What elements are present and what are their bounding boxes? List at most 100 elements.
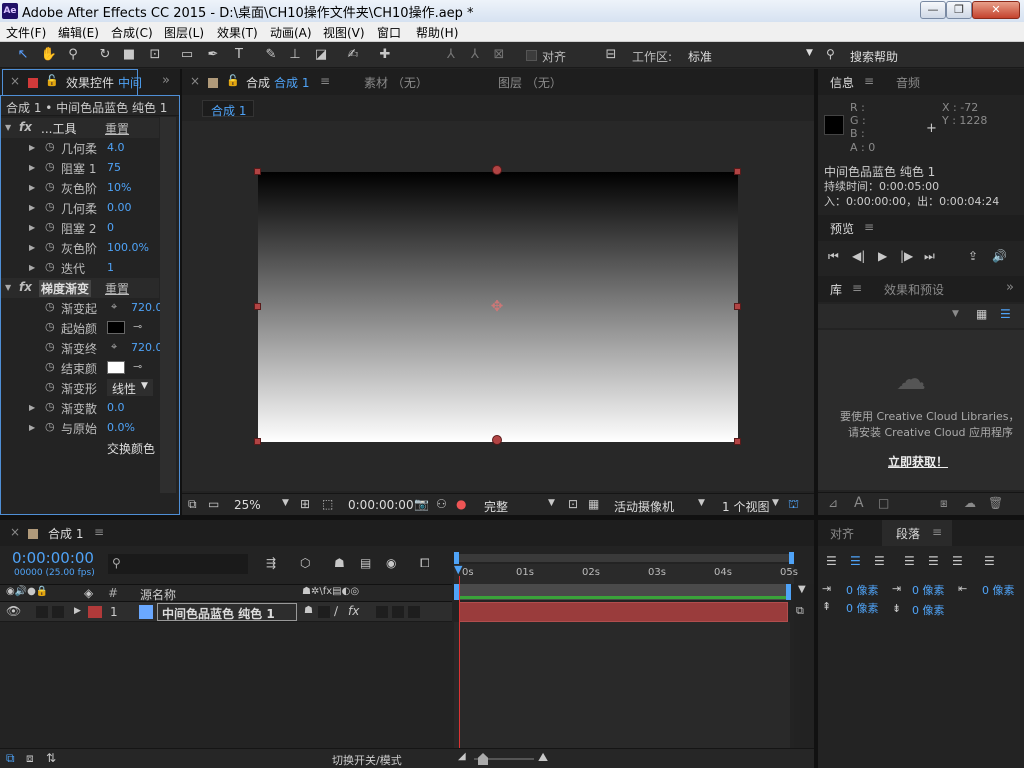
effect-group-gradient-ramp[interactable]: ▼ fx 梯度渐变 重置 [1,278,159,298]
layer-handle[interactable] [734,168,741,175]
eyedropper-icon[interactable]: ⊸ [133,320,142,333]
align-checkbox[interactable] [526,50,537,61]
shy-icon[interactable]: ☗ [334,556,345,570]
draft-3d-icon[interactable]: ⬡ [300,556,310,570]
timeline-timecode[interactable]: 0:00:00:00 [12,549,94,567]
fx-icon[interactable]: fx [19,280,32,294]
eye-icon[interactable]: 👁 [6,604,21,618]
start-color-swatch[interactable] [107,321,125,334]
pan-behind-tool-icon[interactable]: ⊡ [146,46,164,64]
paragraph-tab-menu-icon[interactable]: ≡ [932,525,942,539]
puppet-tool-icon[interactable]: ✚ [376,46,394,64]
layer-row[interactable]: 👁 ▶ 1 中间色品蓝色 纯色 1 ☗ ∕ fx [0,602,452,622]
work-area-end[interactable] [786,584,791,600]
get-now-link[interactable]: 立即获取！ [888,453,948,470]
in-out-icon[interactable]: ⇅ [46,751,56,765]
layer-duration-bar[interactable] [459,602,788,622]
clone-stamp-tool-icon[interactable]: ⊥ [286,46,304,64]
axis-world-icon[interactable]: ⅄ [466,46,484,64]
menu-help[interactable]: 帮助(H) [416,24,458,41]
zoom-slider-thumb[interactable] [478,753,488,765]
time-navigator[interactable] [454,554,794,562]
playhead-icon[interactable]: ▼ [454,564,464,576]
add-color-icon[interactable]: □ [878,496,889,510]
pen-tool-icon[interactable]: ✒ [204,46,222,64]
effects-tab-label[interactable]: 效果控件 [66,74,114,91]
info-tab[interactable]: 信息 [830,74,854,91]
collapse-switch[interactable] [318,606,330,618]
panel-divider[interactable] [180,69,182,515]
end-color-swatch[interactable] [107,361,125,374]
maximize-button[interactable]: ❐ [946,1,972,19]
zoom-value[interactable]: 25% [234,498,261,512]
library-tab[interactable]: 库 [830,281,842,298]
comp-tab-menu-icon[interactable]: ≡ [320,74,330,88]
selection-tool-icon[interactable]: ↖ [14,46,32,64]
roto-brush-tool-icon[interactable]: ✍ [344,46,362,64]
effects-tab-close-icon[interactable]: × [10,74,20,88]
quality-switch-icon[interactable]: ∕ [334,604,338,618]
indent-first-value[interactable]: 0 像素 [912,582,945,598]
layer-handle[interactable] [254,303,261,310]
add-char-style-icon[interactable]: A [854,495,864,511]
transparency-grid-icon[interactable]: ▦ [588,497,599,511]
axis-view-icon[interactable]: ⊠ [490,46,508,64]
eyedropper-icon[interactable]: ⊸ [133,360,142,373]
effects-scrollbar[interactable] [160,117,176,493]
swap-colors-button[interactable]: 交换颜色 [107,440,155,457]
param-row[interactable]: ▶ ◷ 灰色阶 10% [1,178,159,198]
rotate-tool-icon[interactable]: ↻ [96,46,114,64]
transfer-controls-icon[interactable]: ⧈ [26,751,34,766]
ramp-start-point-handle[interactable] [492,165,502,175]
motion-blur-icon[interactable]: ◉ [386,556,396,570]
menu-layer[interactable]: 图层(L) [164,24,204,41]
fx-icon[interactable]: fx [19,120,32,134]
menu-edit[interactable]: 编辑(E) [58,24,99,41]
safe-zones-icon[interactable]: ⊞ [300,497,310,511]
frame-blending-icon[interactable]: ▤ [360,556,371,570]
eraser-tool-icon[interactable]: ◪ [312,46,330,64]
brush-tool-icon[interactable]: ✎ [262,46,280,64]
param-row[interactable]: ▶ ◷ 灰色阶 100.0% [1,238,159,258]
reset-button[interactable]: 重置 [105,120,129,137]
param-row[interactable]: ▶ ◷ 几何柔 4.0 [1,138,159,158]
current-time-indicator[interactable] [459,576,460,748]
zoom-out-icon[interactable]: ◢ [458,751,466,762]
layer-handle[interactable] [254,168,261,175]
panel-divider[interactable] [814,69,818,768]
justify-left-icon[interactable]: ☰ [904,554,915,568]
comp-marker-bin-icon[interactable]: ▼ [798,584,806,595]
next-frame-icon[interactable]: |▶ [900,249,913,263]
last-frame-icon[interactable]: ⏭ [924,249,935,264]
menu-view[interactable]: 视图(V) [323,24,365,41]
rectangle-tool-icon[interactable]: ▭ [178,46,196,64]
layer-handle[interactable] [254,438,261,445]
timeline-tab[interactable]: 合成 1 [48,525,83,542]
audio-tab[interactable]: 音频 [896,74,920,91]
views-dropdown-icon[interactable]: ▼ [772,498,779,508]
motion-blur-switch[interactable] [392,606,404,618]
axis-local-icon[interactable]: ⅄ [442,46,460,64]
prev-frame-icon[interactable]: ◀| [852,249,865,263]
sync-icon[interactable]: ☁ [964,496,976,510]
always-preview-icon[interactable]: ⧉ [188,497,197,512]
justify-right-icon[interactable]: ☰ [952,554,963,568]
param-row[interactable]: ◷ 渐变起 ⌖ 720.0 [1,298,163,318]
panel-overflow-icon[interactable]: » [1006,280,1014,295]
param-row[interactable]: ▶ ◷ 渐变散 0.0 [1,398,159,418]
reset-button[interactable]: 重置 [105,280,129,297]
footage-tab[interactable]: 素材 （无） [364,74,428,91]
param-row[interactable]: ◷ 结束颜 ⊸ [1,358,159,378]
minimize-button[interactable]: — [920,1,946,19]
layer-switches-icon[interactable]: ⧉ [6,751,15,766]
panel-overflow-icon[interactable]: » [162,73,170,88]
camera-tool-icon[interactable]: ■ [120,46,138,64]
zoom-in-icon[interactable]: ⛰ [538,750,548,765]
preview-tab[interactable]: 预览 [830,220,854,237]
layer-label-color[interactable] [88,606,102,618]
preview-tab-menu-icon[interactable]: ≡ [864,220,874,234]
param-row[interactable]: ▶ ◷ 与原始 0.0% [1,418,159,438]
workspace-dropdown-icon[interactable]: ▼ [806,48,813,58]
play-icon[interactable]: ▶ [878,249,887,263]
graph-editor-icon[interactable]: ⧠ [420,556,430,571]
